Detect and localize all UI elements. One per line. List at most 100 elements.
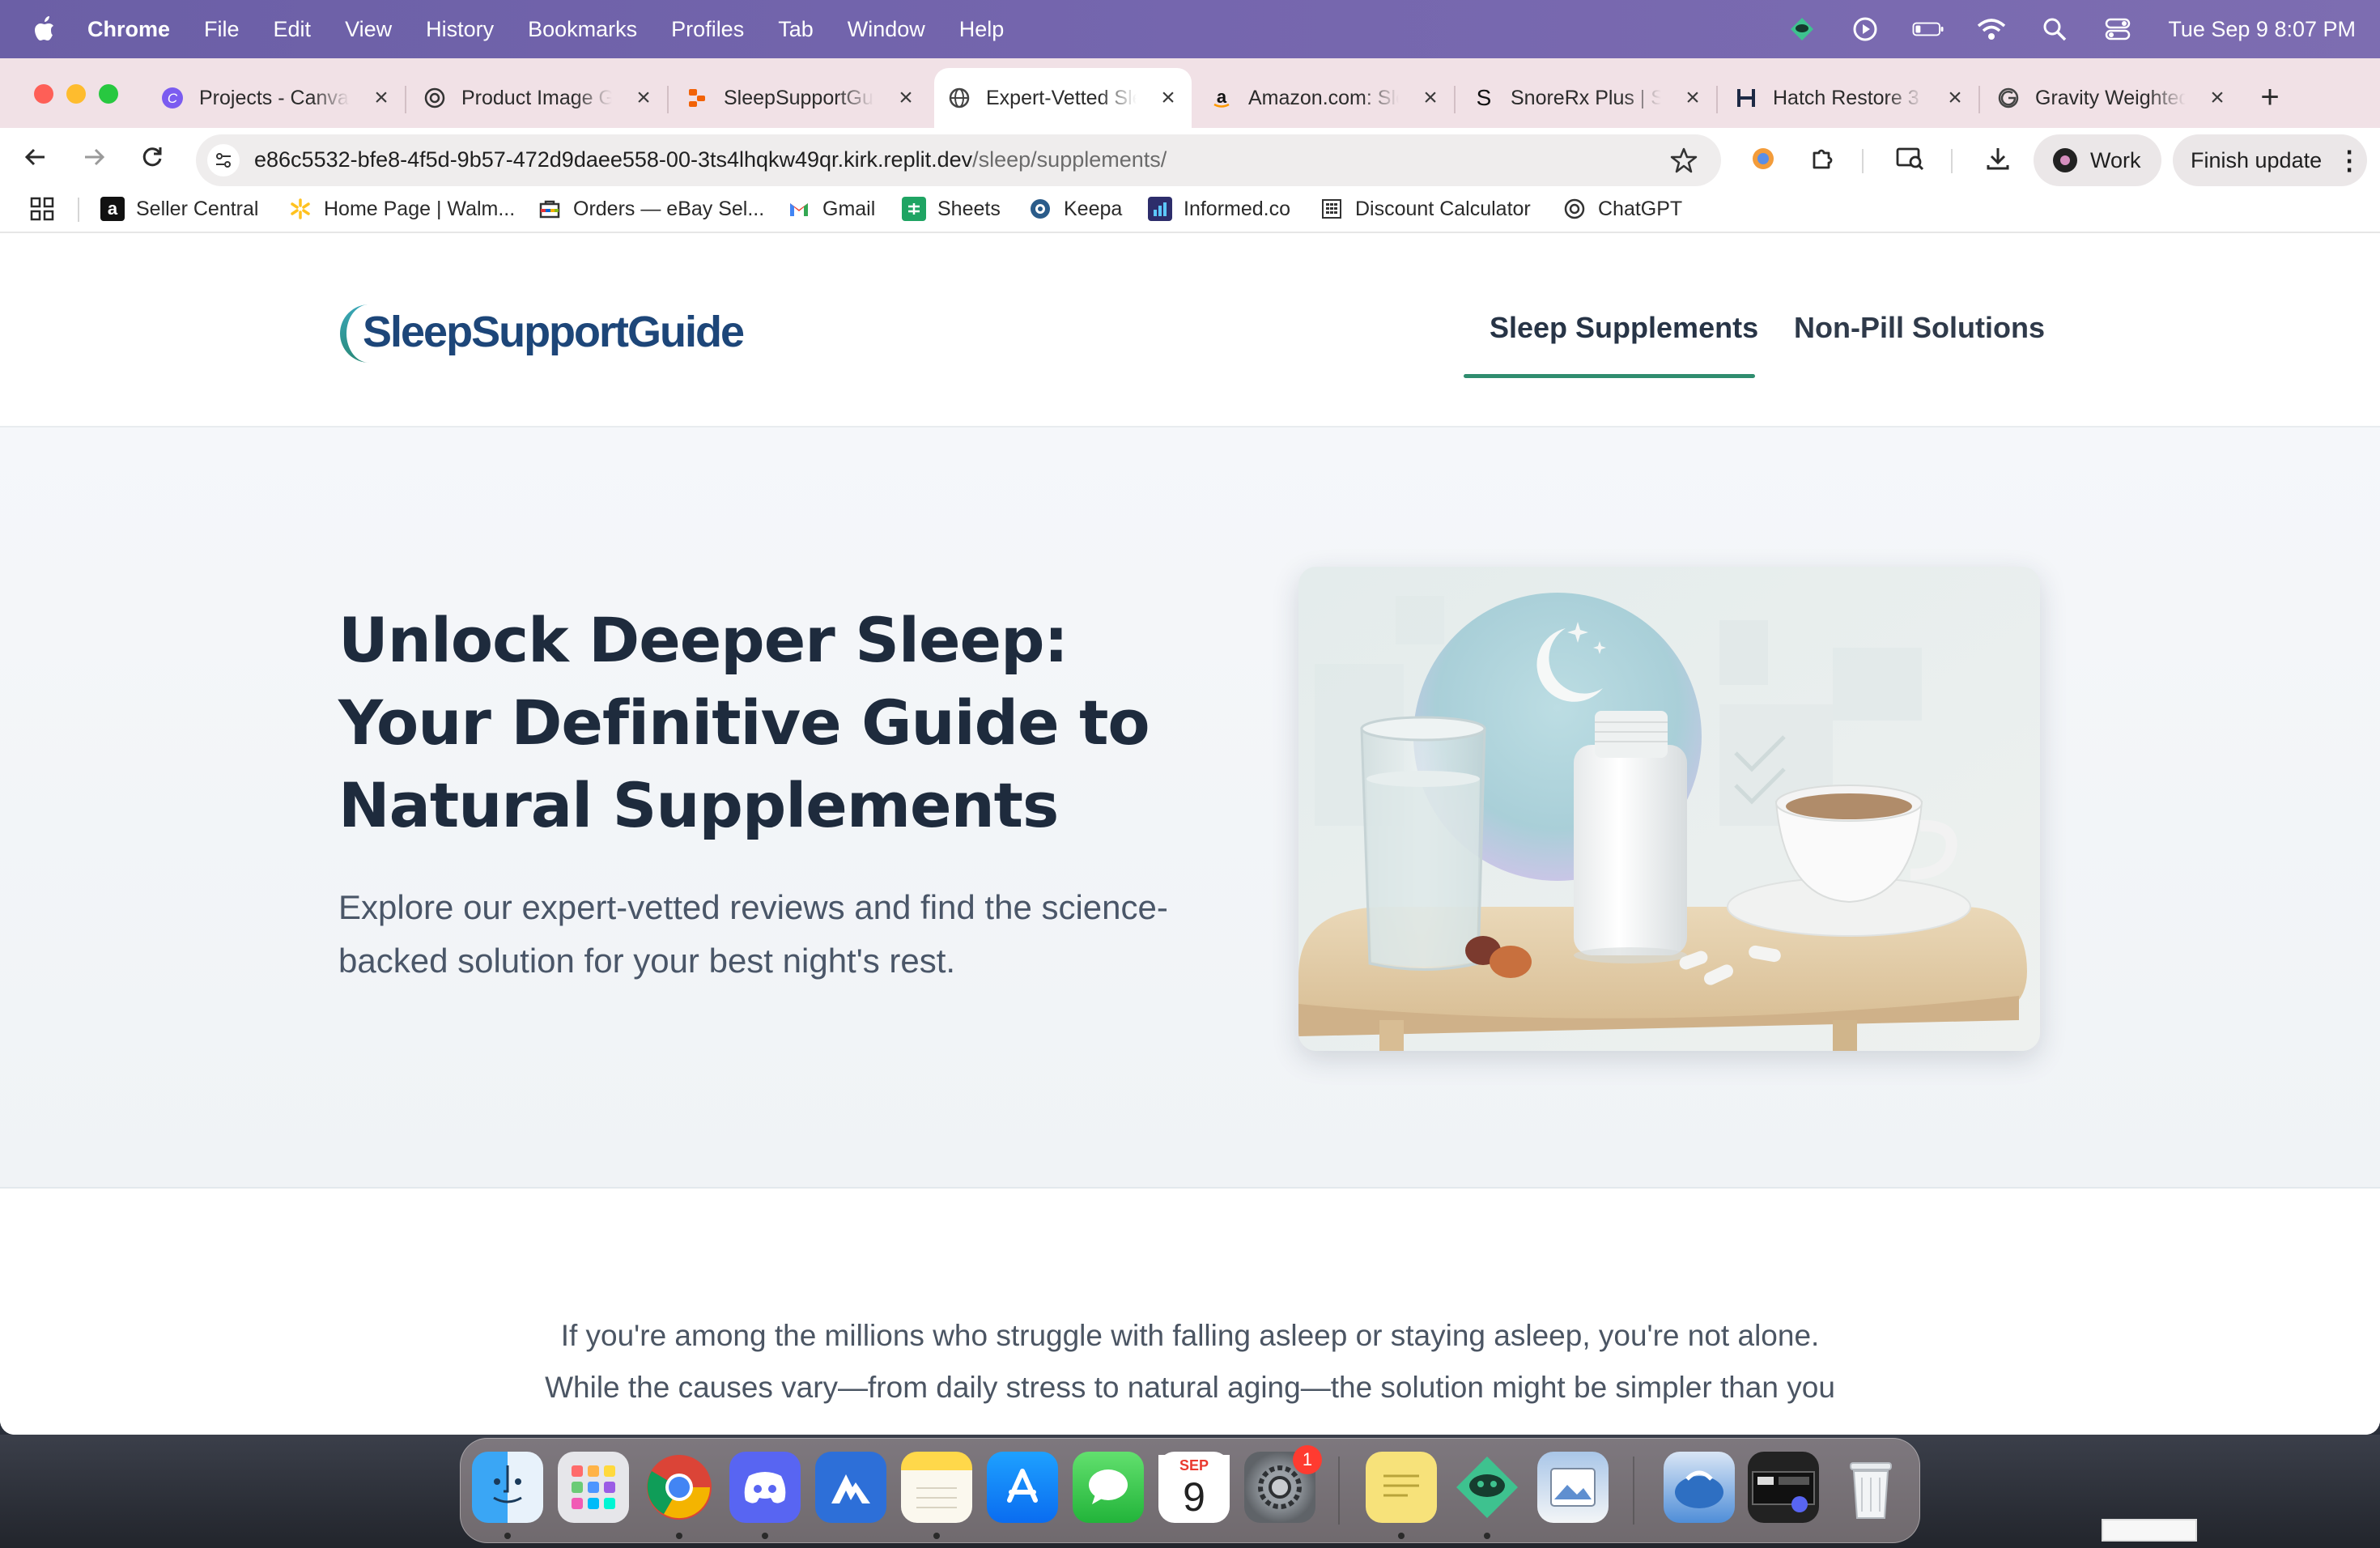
tab-close-icon[interactable]: × — [894, 86, 918, 110]
bookmark-sheets[interactable]: Sheets — [902, 193, 1001, 225]
profile-avatar-icon — [2053, 148, 2077, 172]
bookmark-ebay-orders[interactable]: Orders — eBay Sel... — [538, 193, 764, 225]
nav-sleep-supplements[interactable]: Sleep Supplements — [1490, 311, 1758, 345]
tab-close-icon[interactable]: × — [369, 86, 393, 110]
notes-icon[interactable] — [901, 1452, 972, 1523]
tab-close-icon[interactable]: × — [1418, 86, 1443, 110]
zoom-window-button[interactable] — [99, 84, 118, 104]
bookmark-seller-central[interactable]: a Seller Central — [100, 193, 258, 225]
menu-help[interactable]: Help — [959, 17, 1005, 42]
calendar-icon[interactable]: SEP 9 — [1158, 1452, 1230, 1523]
svg-text:C: C — [168, 91, 178, 106]
screenshot-thumbnail[interactable] — [2102, 1519, 2197, 1542]
control-center-icon[interactable] — [2102, 15, 2134, 44]
tab-snorerx[interactable]: S SnoreRx Plus | Snoring × — [1459, 68, 1718, 128]
trash-icon[interactable] — [1835, 1452, 1906, 1523]
system-settings-gear-icon[interactable]: 1 — [1244, 1445, 1322, 1523]
menu-history[interactable]: History — [426, 17, 494, 42]
downloads-folder-icon[interactable] — [1664, 1452, 1735, 1523]
tab-title: Projects - Canva — [199, 86, 349, 109]
tab-close-icon[interactable]: × — [1681, 86, 1705, 110]
alien-app-icon[interactable] — [1451, 1452, 1523, 1523]
tab-close-icon[interactable]: × — [631, 86, 656, 110]
nav-non-pill-solutions[interactable]: Non-Pill Solutions — [1794, 311, 2045, 345]
tab-separator — [667, 86, 669, 113]
reload-icon[interactable] — [134, 139, 170, 175]
tab-separator — [1454, 86, 1456, 113]
chrome-icon[interactable] — [644, 1452, 715, 1523]
close-window-button[interactable] — [34, 84, 53, 104]
bookmark-informed[interactable]: Informed.co — [1148, 193, 1290, 225]
tab-expert-vetted-active[interactable]: Expert-Vetted Sleep Supplements × — [934, 68, 1192, 128]
menu-tab[interactable]: Tab — [778, 17, 814, 42]
tab-separator — [1978, 86, 1980, 113]
back-arrow-icon[interactable] — [18, 139, 53, 175]
tab-close-icon[interactable]: × — [1943, 86, 1967, 110]
amazon-icon: a — [1209, 86, 1234, 110]
bookmark-gmail[interactable]: Gmail — [787, 193, 875, 225]
tab-amazon[interactable]: a Amazon.com: Sleep × — [1196, 68, 1456, 128]
app-store-icon[interactable] — [987, 1452, 1058, 1523]
more-menu-icon[interactable]: ⋮ — [2336, 145, 2362, 176]
tab-separator — [405, 86, 406, 113]
extension-orange-icon[interactable] — [1747, 142, 1779, 175]
menu-file[interactable]: File — [204, 17, 240, 42]
bookmark-label: Home Page | Walm... — [324, 197, 516, 220]
calendar-day: 9 — [1183, 1474, 1205, 1520]
profile-button[interactable]: Work — [2034, 134, 2161, 186]
hero-section: Unlock Deeper Sleep: Your Definitive Gui… — [0, 427, 2380, 1189]
menu-window[interactable]: Window — [848, 17, 925, 42]
ebay-icon — [538, 197, 562, 221]
stickies-icon[interactable] — [1366, 1452, 1437, 1523]
forward-arrow-icon[interactable] — [76, 139, 112, 175]
site-logo[interactable]: SleepSupportGuide — [337, 296, 745, 368]
spotlight-search-icon[interactable] — [2038, 15, 2071, 44]
finish-update-button[interactable]: Finish update ⋮ — [2173, 134, 2367, 186]
bookmark-chatgpt[interactable]: ChatGPT — [1562, 193, 1682, 225]
tab-title: Gravity Weighted Blanket — [2035, 86, 2186, 109]
menu-profiles[interactable]: Profiles — [671, 17, 744, 42]
tab-close-icon[interactable]: × — [2205, 86, 2229, 110]
tab-canva[interactable]: C Projects - Canva × — [147, 68, 406, 128]
minimize-window-button[interactable] — [66, 84, 86, 104]
menu-app-name[interactable]: Chrome — [87, 17, 170, 42]
wifi-icon[interactable] — [1975, 15, 2008, 44]
bookmark-discount-calculator[interactable]: Discount Calculator — [1320, 193, 1531, 225]
bookmark-star-icon[interactable] — [1669, 146, 1698, 175]
bookmark-keepa[interactable]: Keepa — [1028, 193, 1122, 225]
finder-icon[interactable] — [472, 1452, 543, 1523]
svg-text:S: S — [1477, 87, 1492, 109]
menu-view[interactable]: View — [345, 17, 392, 42]
messages-icon[interactable] — [1073, 1452, 1144, 1523]
url-text[interactable]: e86c5532-bfe8-4f5d-9b57-472d9daee558-00-… — [254, 147, 1167, 172]
site-info-icon[interactable] — [207, 144, 240, 176]
download-icon[interactable] — [1982, 142, 2014, 175]
new-tab-button[interactable]: + — [2254, 81, 2286, 115]
alien-app-status-icon[interactable] — [1786, 15, 1818, 44]
menubar-clock[interactable]: Tue Sep 9 8:07 PM — [2168, 17, 2356, 42]
tab-sleepsupportguide-replit[interactable]: SleepSupportGuide × — [672, 68, 929, 128]
bookmark-label: Discount Calculator — [1355, 197, 1531, 220]
battery-icon[interactable] — [1912, 15, 1944, 44]
tab-product-image[interactable]: Product Image Generator × — [410, 68, 669, 128]
tab-close-icon[interactable]: × — [1156, 86, 1180, 110]
preview-icon[interactable] — [1537, 1452, 1609, 1523]
apple-icon[interactable] — [32, 16, 55, 42]
extensions-puzzle-icon[interactable] — [1807, 142, 1839, 175]
bookmark-walmart[interactable]: Home Page | Walm... — [288, 193, 515, 225]
play-icon[interactable] — [1849, 15, 1881, 44]
sleep-supplements-illustration — [1298, 567, 2040, 1051]
menu-edit[interactable]: Edit — [274, 17, 312, 42]
discord-icon[interactable] — [729, 1452, 801, 1523]
apps-grid-icon[interactable] — [29, 196, 55, 222]
tab-gravity-blanket[interactable]: Gravity Weighted Blanket × — [1983, 68, 2241, 128]
bookmark-label: ChatGPT — [1598, 197, 1683, 220]
tab-hatch-restore[interactable]: Hatch Restore 3 × — [1721, 68, 1980, 128]
tab-separator — [1716, 86, 1718, 113]
tab-search-icon[interactable] — [1894, 142, 1927, 175]
address-bar[interactable]: e86c5532-bfe8-4f5d-9b57-472d9daee558-00-… — [196, 134, 1721, 186]
nordvpn-icon[interactable] — [815, 1452, 886, 1523]
launchpad-icon[interactable] — [558, 1452, 629, 1523]
menu-bookmarks[interactable]: Bookmarks — [528, 17, 637, 42]
recent-document-stack-icon[interactable] — [1748, 1452, 1819, 1523]
